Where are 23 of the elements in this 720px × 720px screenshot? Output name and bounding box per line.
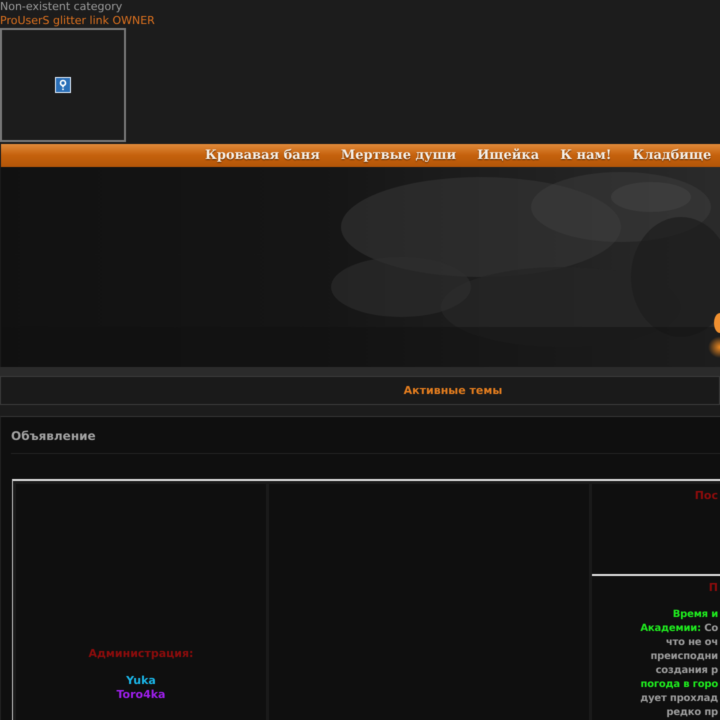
admin-heading: Администрация: — [88, 647, 194, 660]
nav-link[interactable]: Кровавая баня — [205, 148, 320, 163]
owner-link[interactable]: ProUserS glitter link OWNER — [0, 14, 155, 28]
announcement-text-line: Академии: Со — [640, 622, 718, 636]
active-topics-link[interactable]: Активные темы — [404, 384, 502, 397]
announcement-text-line: что не оч — [666, 636, 718, 650]
nav-link[interactable]: Кладбище — [632, 148, 712, 163]
broken-image-icon — [55, 76, 71, 93]
announcement-text-line: редко пр — [666, 706, 718, 720]
announcement-text-line: дует прохлад — [640, 692, 718, 706]
side-heading: Пос — [694, 489, 718, 504]
announcement-text-line: Время и — [672, 608, 718, 622]
panel-title: Объявление — [11, 429, 96, 443]
nav-link[interactable]: Ищейка — [477, 148, 540, 163]
announcement-text-line: создания р — [656, 664, 718, 678]
nav-link[interactable]: Мертвые души — [340, 148, 456, 163]
nav-link[interactable]: К нам! — [560, 148, 612, 163]
announcement-text-line: погода в горо — [640, 678, 718, 692]
category-label: Non-existent category — [0, 0, 122, 14]
side-heading: П — [708, 581, 718, 594]
admin-name: Toro4ka — [116, 688, 166, 702]
admin-name: Yuka — [126, 674, 156, 688]
announcement-text-line: преисподни — [650, 650, 718, 664]
